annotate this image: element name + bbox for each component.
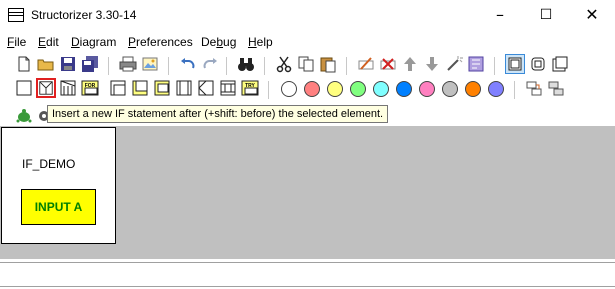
collapse-icon[interactable]	[524, 78, 544, 98]
tooltip: Insert a new IF statement after (+shift:…	[47, 105, 389, 123]
turtle-icon[interactable]	[14, 106, 34, 126]
undo-icon[interactable]	[178, 54, 198, 74]
outsource-icon[interactable]	[466, 54, 486, 74]
toolbar-row-1	[0, 54, 615, 78]
open-folder-icon[interactable]	[36, 54, 56, 74]
add-for-loop-icon[interactable]: FOR	[80, 78, 100, 98]
diagram-canvas[interactable]: IF_DEMO INPUT A	[1, 127, 116, 244]
toolbar-separator	[264, 57, 265, 75]
save-icon[interactable]	[58, 54, 78, 74]
new-file-icon[interactable]	[14, 54, 34, 74]
toolbar-separator	[108, 57, 109, 75]
add-repeat-loop-icon[interactable]	[130, 78, 150, 98]
add-forever-loop-icon[interactable]	[152, 78, 172, 98]
copy-icon[interactable]	[296, 54, 316, 74]
color-blue-button[interactable]	[396, 81, 412, 97]
diagram-title[interactable]: IF_DEMO	[22, 157, 75, 171]
input-element[interactable]: INPUT A	[21, 189, 96, 225]
color-cyan-button[interactable]	[373, 81, 389, 97]
toolbar-row-2: FOR TRY	[0, 78, 615, 102]
add-jump-icon[interactable]	[196, 78, 216, 98]
move-up-icon[interactable]	[400, 54, 420, 74]
color-green-button[interactable]	[350, 81, 366, 97]
status-divider	[0, 262, 615, 263]
add-call-icon[interactable]	[174, 78, 194, 98]
toolbar-separator	[226, 57, 227, 75]
toolbar-separator	[494, 57, 495, 75]
try-label: TRY	[245, 83, 255, 89]
add-case-icon[interactable]	[58, 78, 78, 98]
menu-bar: File Edit Diagram Preferences Debug Help	[0, 33, 615, 51]
delete-element-icon[interactable]	[378, 54, 398, 74]
nsd-include-view-icon[interactable]	[550, 54, 570, 74]
nsd-main-view-icon[interactable]	[505, 54, 525, 74]
export-picture-icon[interactable]	[140, 54, 160, 74]
color-orange-button[interactable]	[465, 81, 481, 97]
color-white-button[interactable]	[281, 81, 297, 97]
for-loop-label: FOR	[85, 83, 96, 89]
add-parallel-icon[interactable]	[218, 78, 238, 98]
maximize-button[interactable]: ☐	[523, 0, 569, 31]
add-instruction-icon[interactable]	[14, 78, 34, 98]
toolbar-separator	[168, 57, 169, 75]
transmute-wand-icon[interactable]	[444, 54, 464, 74]
toolbar-separator	[268, 81, 269, 99]
find-binoculars-icon[interactable]	[236, 54, 256, 74]
app-icon	[8, 8, 24, 22]
color-yellow-button[interactable]	[327, 81, 343, 97]
nsd-sub-view-icon[interactable]	[528, 54, 548, 74]
menu-file[interactable]: File	[7, 35, 26, 49]
close-button[interactable]: ✕	[569, 0, 615, 31]
menu-preferences[interactable]: Preferences	[128, 35, 193, 49]
color-pink-button[interactable]	[419, 81, 435, 97]
color-violet-button[interactable]	[488, 81, 504, 97]
color-gray-button[interactable]	[442, 81, 458, 97]
move-down-icon[interactable]	[422, 54, 442, 74]
toolbar-separator	[514, 81, 515, 99]
menu-diagram[interactable]: Diagram	[71, 35, 116, 49]
menu-help[interactable]: Help	[248, 35, 273, 49]
add-try-icon[interactable]: TRY	[240, 78, 260, 98]
redo-icon[interactable]	[200, 54, 220, 74]
save-all-icon[interactable]	[80, 54, 100, 74]
add-while-loop-icon[interactable]	[108, 78, 128, 98]
print-icon[interactable]	[118, 54, 138, 74]
edit-element-icon[interactable]	[356, 54, 376, 74]
expand-icon[interactable]	[546, 78, 566, 98]
title-bar: Structorizer 3.30-14 – ☐ ✕	[0, 0, 615, 31]
menu-debug[interactable]: Debug	[201, 35, 236, 49]
paste-icon[interactable]	[318, 54, 338, 74]
add-if-icon[interactable]	[36, 78, 56, 98]
menu-edit[interactable]: Edit	[38, 35, 59, 49]
minimize-button[interactable]: –	[477, 0, 523, 31]
color-red-button[interactable]	[304, 81, 320, 97]
cut-icon[interactable]	[274, 54, 294, 74]
toolbar-separator	[346, 57, 347, 75]
window-title: Structorizer 3.30-14	[31, 8, 137, 22]
status-divider	[0, 286, 615, 287]
